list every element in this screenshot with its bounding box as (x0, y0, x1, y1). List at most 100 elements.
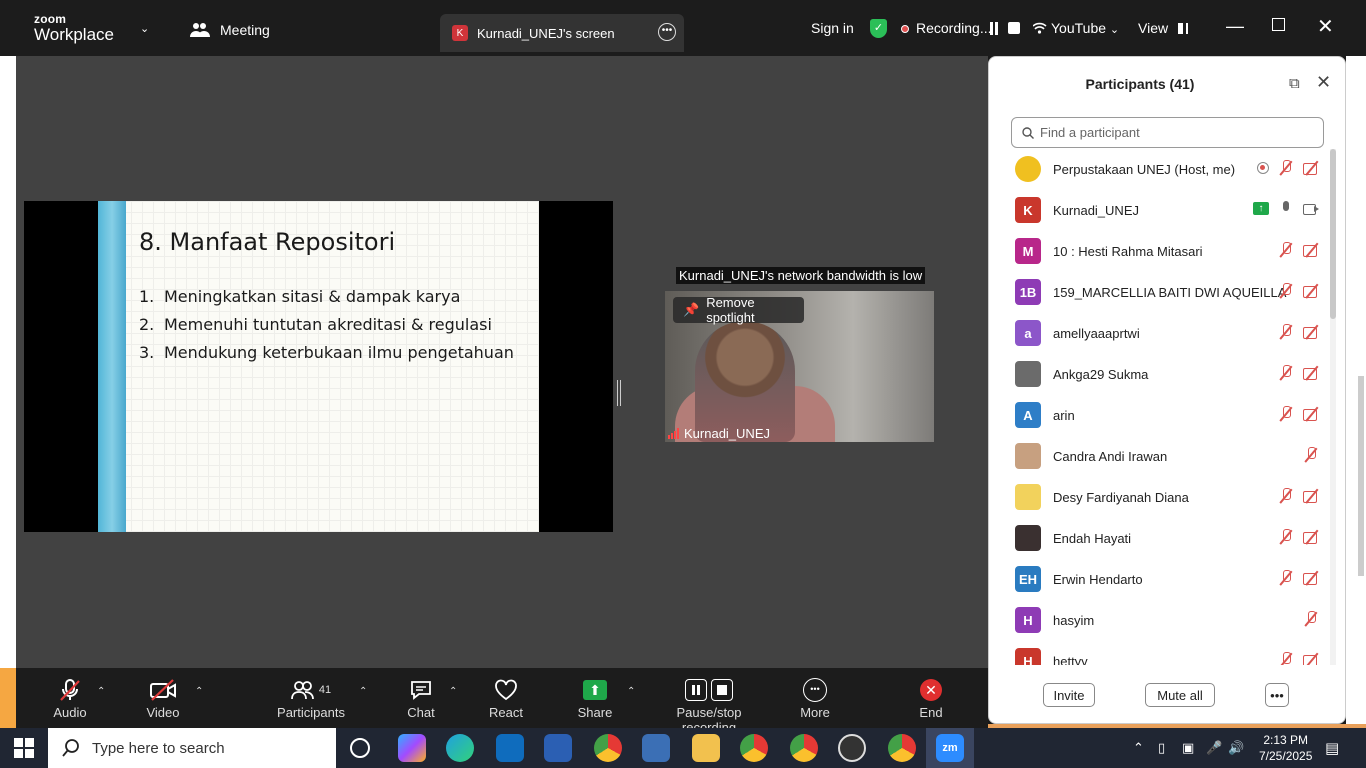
participant-row[interactable]: Candra Andi Irawan (989, 436, 1329, 477)
participant-row[interactable]: a amellyaaaprtwi (989, 313, 1329, 354)
edge-icon[interactable] (446, 734, 474, 762)
chevron-down-icon[interactable]: ⌄ (140, 22, 149, 35)
chat-button[interactable]: Chat (404, 677, 438, 720)
store-icon[interactable] (544, 734, 572, 762)
encryption-shield-icon[interactable]: ✓ (870, 19, 887, 38)
participant-row[interactable]: Desy Fardiyanah Diana (989, 477, 1329, 518)
show-hidden-icons-icon[interactable]: ⌃ (1133, 740, 1144, 756)
video-off-icon[interactable] (1303, 283, 1319, 298)
participant-row[interactable]: Hhasyim (989, 600, 1329, 641)
stop-recording-icon[interactable] (1008, 22, 1020, 34)
pop-out-icon[interactable]: ⧉ (1289, 75, 1300, 92)
mic-off-icon[interactable] (1278, 365, 1294, 380)
meeting-tab[interactable]: Meeting (190, 22, 270, 38)
participant-list[interactable]: Perpustakaan UNEJ (Host, me) K Kurnadi_UNE… (989, 149, 1329, 665)
video-off-icon[interactable] (1303, 242, 1319, 257)
close-panel-icon[interactable]: ✕ (1316, 72, 1331, 93)
close-window-icon[interactable]: ✕ (1317, 14, 1334, 39)
share-options-caret-icon[interactable]: ⌃ (627, 686, 635, 697)
mic-off-icon[interactable] (1278, 488, 1294, 503)
participant-row[interactable]: Perpustakaan UNEJ (Host, me) (989, 149, 1329, 190)
more-options-button[interactable]: ••• (1265, 683, 1289, 707)
participant-row[interactable]: Aarin (989, 395, 1329, 436)
pause-stop-recording-button[interactable]: Pause/stop recording (650, 677, 768, 735)
participant-row[interactable]: Hhettyy (989, 641, 1329, 665)
mic-off-icon[interactable] (1278, 406, 1294, 421)
media-player-icon[interactable] (838, 734, 866, 762)
task-view-icon[interactable] (350, 738, 370, 758)
maximize-icon[interactable] (1272, 18, 1285, 31)
chrome-icon[interactable] (740, 734, 768, 762)
participant-row[interactable]: M 10 : Hesti Rahma Mitasari (989, 231, 1329, 272)
network-icon[interactable]: ▣ (1182, 740, 1194, 756)
mute-all-button[interactable]: Mute all (1145, 683, 1215, 707)
participant-row[interactable]: EH Erwin Hendarto (989, 559, 1329, 600)
video-options-caret-icon[interactable]: ⌃ (195, 686, 203, 697)
invite-button[interactable]: Invite (1043, 683, 1095, 707)
zoom-logo[interactable]: zoom Workplace (34, 13, 114, 43)
view-menu[interactable]: View (1138, 20, 1188, 36)
video-off-icon[interactable] (1303, 570, 1319, 585)
recording-icon[interactable] (1257, 161, 1269, 174)
video-off-icon[interactable] (1303, 529, 1319, 544)
file-explorer-icon[interactable] (692, 734, 720, 762)
participant-row[interactable]: K Kurnadi_UNEJ ↑ (989, 190, 1329, 231)
participant-row[interactable]: Ankga29 Sukma (989, 354, 1329, 395)
video-off-icon[interactable] (1303, 160, 1319, 175)
windows-start-icon[interactable] (14, 738, 34, 758)
participants-options-caret-icon[interactable]: ⌃ (359, 686, 367, 697)
copilot-icon[interactable] (398, 734, 426, 762)
microphone-icon[interactable]: 🎤 (1206, 740, 1222, 756)
participant-search-input[interactable]: Find a participant (1011, 117, 1324, 148)
audio-options-caret-icon[interactable]: ⌃ (97, 686, 105, 697)
video-off-icon[interactable] (1303, 406, 1319, 421)
video-off-icon[interactable] (1303, 488, 1319, 503)
remote-desktop-icon[interactable] (642, 734, 670, 762)
mic-off-icon[interactable] (1278, 283, 1294, 298)
video-off-icon[interactable] (1303, 365, 1319, 380)
battery-icon[interactable]: ▯ (1158, 740, 1165, 756)
video-off-icon[interactable] (1303, 324, 1319, 339)
react-button[interactable]: React (488, 677, 524, 720)
window-scrollbar[interactable] (1358, 376, 1364, 576)
zoom-app-icon[interactable]: zm (936, 734, 964, 762)
participant-scrollbar[interactable] (1330, 149, 1336, 665)
scroll-thumb[interactable] (1330, 149, 1336, 319)
screen-share-tab[interactable]: K Kurnadi_UNEJ's screen ••• (440, 14, 684, 52)
mic-off-icon[interactable] (1278, 242, 1294, 257)
taskbar-clock[interactable]: 2:13 PM 7/25/2025 (1259, 732, 1312, 764)
screen-share-icon[interactable]: ↑ (1253, 202, 1269, 215)
chrome-icon[interactable] (888, 734, 916, 762)
mic-off-icon[interactable] (1278, 324, 1294, 339)
pause-recording-icon[interactable] (988, 22, 1000, 35)
resize-handle[interactable] (617, 380, 621, 406)
chrome-icon[interactable] (790, 734, 818, 762)
end-button[interactable]: ✕ End (914, 677, 948, 720)
taskbar-search-input[interactable]: Type here to search (48, 728, 336, 768)
remove-spotlight-button[interactable]: 📌 Remove spotlight (673, 295, 804, 325)
sign-in-button[interactable]: Sign in (811, 20, 854, 36)
notifications-icon[interactable]: ▤ (1325, 739, 1339, 757)
mic-off-icon[interactable] (1278, 160, 1294, 175)
chat-options-caret-icon[interactable]: ⌃ (449, 686, 457, 697)
mic-off-icon[interactable] (1303, 611, 1319, 626)
mic-off-icon[interactable] (1278, 652, 1294, 665)
recording-status[interactable]: Recording... (901, 20, 991, 36)
more-button[interactable]: ••• More (798, 677, 832, 720)
more-options-icon[interactable]: ••• (658, 23, 676, 41)
participants-button[interactable]: 41 Participants (276, 677, 346, 720)
volume-icon[interactable]: 🔊 (1228, 740, 1244, 756)
mic-off-icon[interactable] (1278, 529, 1294, 544)
mic-on-icon[interactable] (1278, 201, 1294, 216)
audio-button[interactable]: Audio (50, 677, 90, 720)
mic-off-icon[interactable] (1278, 570, 1294, 585)
video-off-icon[interactable] (1303, 652, 1319, 665)
participant-row[interactable]: 1B 159_MARCELLIA BAITI DWI AQUEILLA (989, 272, 1329, 313)
chrome-icon[interactable] (594, 734, 622, 762)
video-button[interactable]: Video (140, 677, 186, 720)
participant-row[interactable]: Endah Hayati (989, 518, 1329, 559)
livestream-youtube[interactable]: YouTube ⌄ (1032, 20, 1119, 36)
outlook-icon[interactable] (496, 734, 524, 762)
share-button[interactable]: ⬆ Share (576, 677, 614, 720)
video-on-icon[interactable] (1303, 201, 1319, 216)
